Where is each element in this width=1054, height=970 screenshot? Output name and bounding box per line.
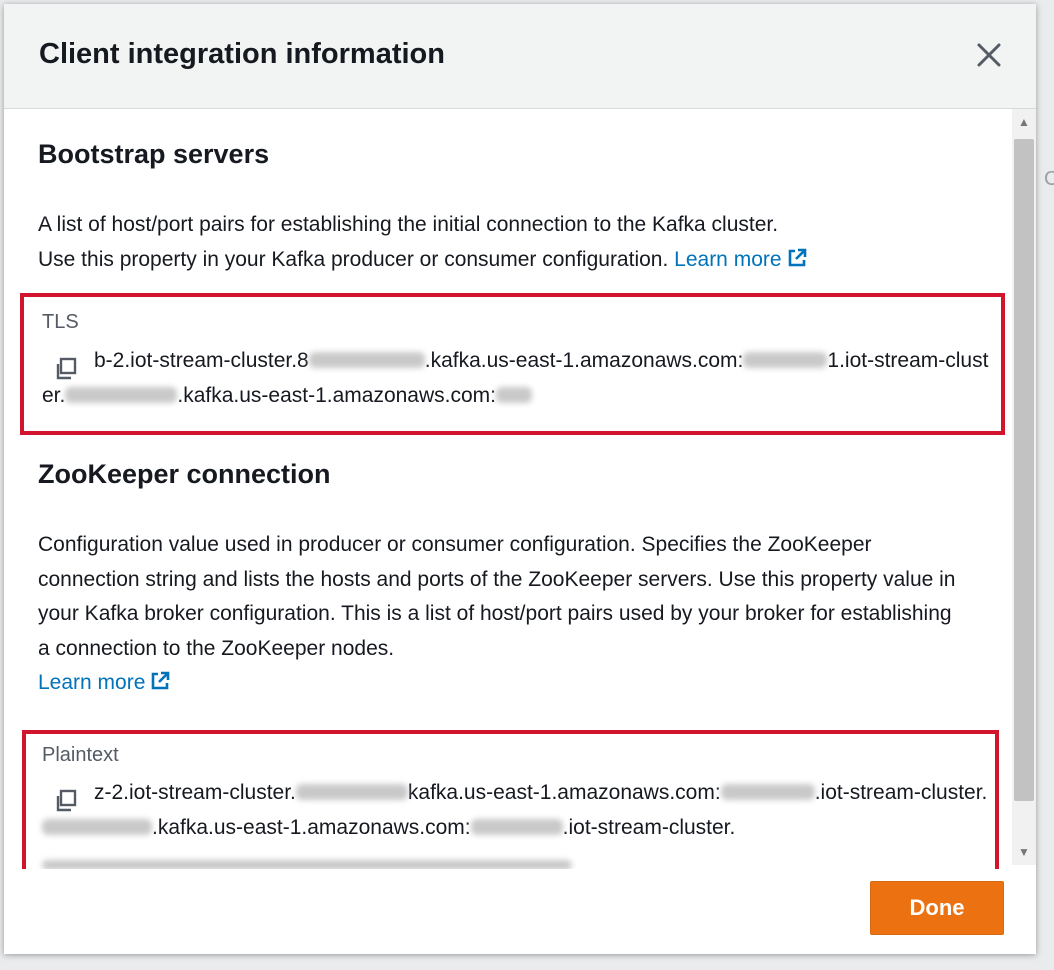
tls-connection-string[interactable]: b-2.iot-stream-cluster.8 .kafka.us-east-1… xyxy=(42,343,992,413)
plaintext-label: Plaintext xyxy=(42,744,119,766)
plaintext-part: .iot-stream-cluster. xyxy=(562,816,736,839)
external-link-icon xyxy=(152,671,170,690)
plaintext-part: kafka.us-east-1.amazonaws.com: xyxy=(407,781,721,804)
bootstrap-servers-heading: Bootstrap servers xyxy=(38,139,270,169)
tls-part: .kafka.us-east-1.amazonaws.com: xyxy=(177,384,496,407)
modal-body: Bootstrap servers A list of host/port pa… xyxy=(4,109,1012,869)
zookeeper-connection-heading: ZooKeeper connection xyxy=(38,459,331,489)
redacted-text xyxy=(720,784,815,800)
redacted-text xyxy=(65,387,178,403)
scroll-up-arrow-icon[interactable]: ▲ xyxy=(1012,109,1036,135)
close-button[interactable] xyxy=(968,34,1010,76)
scrollbar-thumb[interactable] xyxy=(1014,139,1034,801)
redacted-text xyxy=(743,352,828,368)
redacted-text xyxy=(496,387,532,403)
tls-label: TLS xyxy=(42,311,79,333)
redacted-text xyxy=(42,860,572,869)
zookeeper-description-text: Configuration value used in producer or … xyxy=(38,533,956,660)
plaintext-part: ream-cluster. xyxy=(866,781,988,804)
redacted-text xyxy=(295,784,408,800)
bootstrap-description-text: Use this property in your Kafka producer… xyxy=(38,247,669,271)
learn-more-label: Learn more xyxy=(674,247,782,271)
background-fragment: C xyxy=(1044,168,1054,190)
learn-more-label: Learn more xyxy=(38,671,146,694)
plaintext-part: z-2.iot-stream-cluster. xyxy=(94,781,296,804)
tls-part: .kafka.us-east-1.amazonaws.com: xyxy=(424,349,744,372)
tls-highlight-box: TLS b-2.iot-stream-cluster.8 .kafka.us-ea… xyxy=(20,293,1005,435)
plaintext-highlight-box: Plaintext z-2.iot-stream-cluster. kafka.u… xyxy=(22,730,999,869)
bootstrap-description-line2: Use this property in your Kafka producer… xyxy=(38,243,968,278)
zookeeper-learn-more-link[interactable]: Learn more xyxy=(38,671,171,694)
client-integration-modal: Client integration information Bootstrap… xyxy=(4,4,1036,954)
bootstrap-description-line1: A list of host/port pairs for establishi… xyxy=(38,213,779,236)
bootstrap-description: A list of host/port pairs for establishi… xyxy=(38,208,968,277)
bootstrap-learn-more-link[interactable]: Learn more xyxy=(674,248,807,271)
modal-header: Client integration information xyxy=(4,4,1036,109)
plaintext-part: .kafka.us-east-1.amazonaws.com: xyxy=(152,816,471,839)
plaintext-part: .iot-st xyxy=(814,781,867,804)
modal-scrollbar[interactable]: ▲ ▼ xyxy=(1012,109,1036,865)
plaintext-connection-string[interactable]: z-2.iot-stream-cluster. kafka.us-east-1.a… xyxy=(42,775,988,869)
redacted-text xyxy=(470,819,563,835)
redacted-text xyxy=(308,352,425,368)
zookeeper-description: Configuration value used in producer or … xyxy=(38,528,968,701)
tls-part: 1.iot-s xyxy=(827,349,885,372)
redacted-text xyxy=(42,819,152,835)
external-link-icon xyxy=(788,248,806,266)
done-button[interactable]: Done xyxy=(870,881,1004,935)
tls-part: b-2.iot-stream-cluster.8 xyxy=(94,349,309,372)
scroll-down-arrow-icon[interactable]: ▼ xyxy=(1012,839,1036,865)
modal-title: Client integration information xyxy=(39,38,445,70)
close-icon xyxy=(977,43,1001,67)
